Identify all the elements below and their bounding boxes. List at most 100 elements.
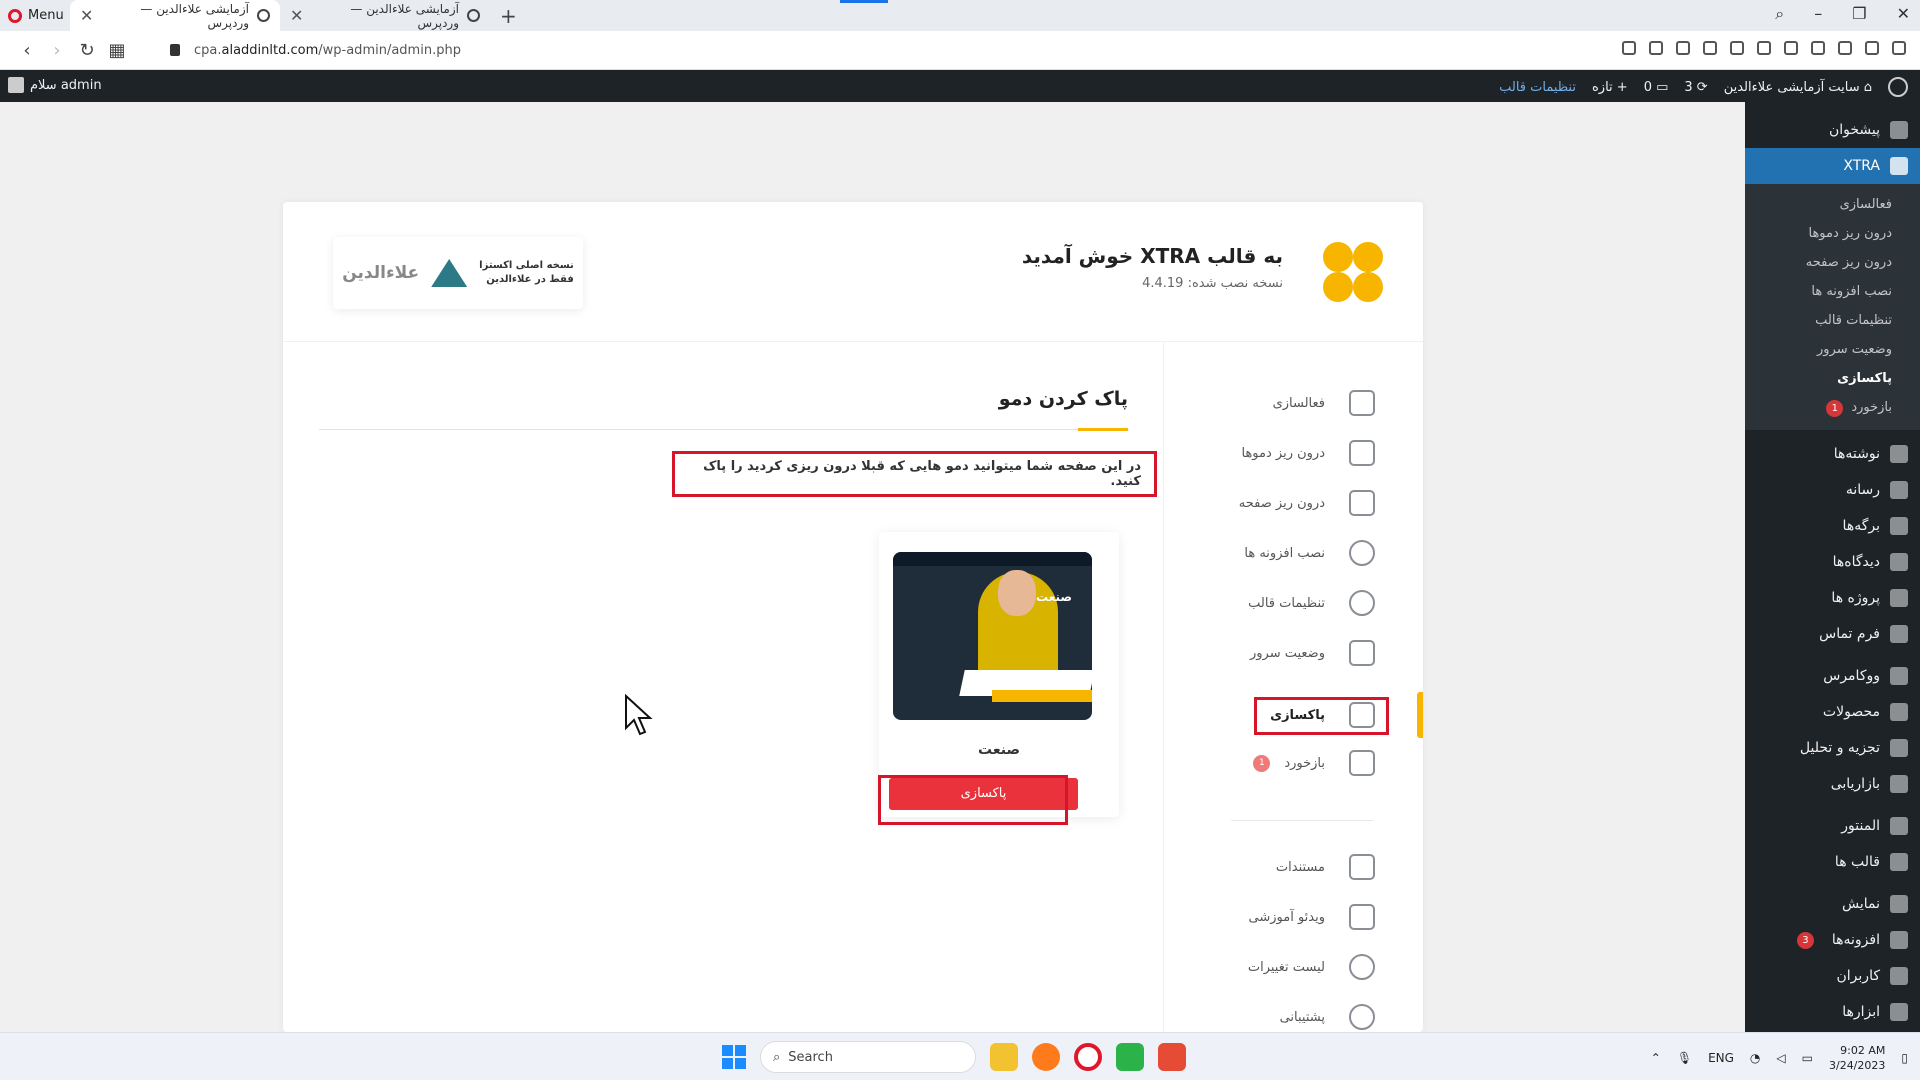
wordpress-logo-icon[interactable] (1888, 77, 1908, 97)
xtra-submenu: فعالسازی درون ریز دموها درون ریز صفحه نص… (1745, 184, 1920, 430)
reload-icon[interactable]: ↻ (72, 40, 102, 61)
tab-title: آزمایشی علاءالدین — وردپرس (140, 1, 249, 30)
nav-video-tutorials[interactable]: ویدئو آموزشی (1175, 900, 1375, 934)
menu-media[interactable]: رسانه (1745, 472, 1920, 508)
opera-icon[interactable] (1074, 1043, 1102, 1071)
pin-icon (1890, 445, 1908, 463)
new-tab-icon[interactable]: + (490, 4, 527, 28)
heart-icon[interactable] (1703, 41, 1717, 55)
profile-icon[interactable] (1811, 41, 1825, 55)
search-tabs-icon[interactable]: ⌕ (1775, 4, 1784, 24)
restore-icon[interactable]: ❐ (1852, 4, 1866, 24)
menu-plugins[interactable]: افزونه‌ها 3 (1745, 922, 1920, 958)
updates-link[interactable]: ⟳ 3 (1684, 80, 1707, 95)
file-explorer-icon[interactable] (990, 1043, 1018, 1071)
minimize-icon[interactable]: – (1814, 4, 1822, 24)
close-tab-icon[interactable]: ✕ (290, 6, 303, 25)
new-content-link[interactable]: + تازه (1592, 80, 1628, 95)
site-name-link[interactable]: ⌂ سایت آزمایشی علاءالدین (1724, 80, 1872, 95)
submenu-activation[interactable]: فعالسازی (1745, 190, 1920, 219)
menu-posts[interactable]: نوشته‌ها (1745, 436, 1920, 472)
menu-appearance[interactable]: نمایش (1745, 886, 1920, 922)
windows-start-icon[interactable] (722, 1045, 746, 1069)
menu-tools[interactable]: ابزارها (1745, 994, 1920, 1030)
brush-icon (1890, 895, 1908, 913)
box-add-icon (1349, 440, 1375, 466)
menu-products[interactable]: محصولات (1745, 694, 1920, 730)
microphone-icon[interactable]: 🎙 (1677, 1051, 1692, 1065)
history-icon (1349, 954, 1375, 980)
camtasia-recorder-icon[interactable] (1158, 1043, 1186, 1071)
camera-icon[interactable] (1649, 41, 1663, 55)
nav-install-plugins[interactable]: نصب افزونه ها (1175, 536, 1375, 570)
submenu-install-plugins[interactable]: نصب افزونه ها (1745, 277, 1920, 306)
title-accent (1078, 428, 1128, 431)
avatar (8, 77, 24, 93)
battery-icon[interactable] (1865, 41, 1879, 55)
nav-documentation[interactable]: مستندات (1175, 850, 1375, 884)
volume-icon[interactable]: ◁ (1776, 1051, 1785, 1065)
browser-tab[interactable]: آزمایشی علاءالدین — وردپرس ✕ (280, 0, 490, 31)
file-download-icon (1349, 490, 1375, 516)
tabs-grid-icon[interactable]: ▦ (102, 40, 132, 61)
nav-server-status[interactable]: وضعیت سرور (1175, 636, 1375, 670)
submenu-page-importer[interactable]: درون ریز صفحه (1745, 248, 1920, 277)
menu-projects[interactable]: پروژه ها (1745, 580, 1920, 616)
menu-icon[interactable] (1892, 41, 1906, 55)
cube-icon[interactable] (1784, 41, 1798, 55)
menu-analytics[interactable]: تجزیه و تحلیل (1745, 730, 1920, 766)
submenu-theme-options[interactable]: تنظیمات قالب (1745, 306, 1920, 335)
nav-feedback[interactable]: بازخورد 1 (1175, 746, 1375, 780)
menu-dashboard[interactable]: پیشخوان (1745, 112, 1920, 148)
browser-tab-active[interactable]: آزمایشی علاءالدین — وردپرس ✕ (70, 0, 280, 31)
close-window-icon[interactable]: ✕ (1897, 4, 1910, 24)
menu-contact-form[interactable]: فرم تماس (1745, 616, 1920, 652)
menu-woocommerce[interactable]: ووکامرس (1745, 658, 1920, 694)
chevron-up-icon[interactable]: ⌃ (1651, 1051, 1661, 1065)
menu-templates[interactable]: قالب ها (1745, 844, 1920, 880)
wifi-icon[interactable]: ◔ (1750, 1051, 1760, 1065)
adblock-icon[interactable] (1676, 41, 1690, 55)
firefox-icon[interactable] (1032, 1043, 1060, 1071)
taskbar-search[interactable]: ⌕ Search (760, 1041, 976, 1073)
cloud-icon[interactable] (1757, 41, 1771, 55)
menu-elementor[interactable]: المنتور (1745, 808, 1920, 844)
products-icon (1890, 703, 1908, 721)
submenu-server-status[interactable]: وضعیت سرور (1745, 335, 1920, 364)
plugin-icon (1349, 540, 1375, 566)
comments-link[interactable]: ▭ 0 (1644, 80, 1669, 95)
submenu-demo-importer[interactable]: درون ریز دموها (1745, 219, 1920, 248)
menu-label: Menu (28, 8, 64, 23)
nav-activation[interactable]: فعالسازی (1175, 386, 1375, 420)
nav-page-importer[interactable]: درون ریز صفحه (1175, 486, 1375, 520)
clock[interactable]: 9:02 AM 3/24/2023 (1829, 1043, 1885, 1073)
nav-changelog[interactable]: لیست تغییرات (1175, 950, 1375, 984)
comments-icon (1890, 553, 1908, 571)
url-field[interactable]: cpa.aladdinltd.com/wp-admin/admin.php (170, 43, 461, 58)
edit-icon[interactable] (1622, 41, 1636, 55)
language-indicator[interactable]: ENG (1708, 1051, 1734, 1065)
download-icon[interactable] (1838, 41, 1852, 55)
partner-badge[interactable]: نسخه اصلی اکستزا فقط در علاءالدین علاءال… (333, 237, 583, 309)
forward-icon[interactable]: › (42, 40, 72, 61)
theme-settings-link[interactable]: تنظیمات قالب (1499, 80, 1576, 95)
submenu-uninstall-demo[interactable]: پاکسازی (1745, 364, 1920, 393)
shield-icon[interactable] (1730, 41, 1744, 55)
close-tab-icon[interactable]: ✕ (80, 6, 93, 25)
back-icon[interactable]: ‹ (12, 40, 42, 61)
menu-pages[interactable]: برگه‌ها (1745, 508, 1920, 544)
nav-theme-options[interactable]: تنظیمات قالب (1175, 586, 1375, 620)
my-account[interactable]: سلام admin (8, 77, 102, 93)
menu-xtra[interactable]: XTRA (1745, 148, 1920, 184)
notification-icon[interactable]: ▯ (1901, 1051, 1908, 1065)
opera-menu-button[interactable]: Menu (0, 0, 70, 31)
nav-demo-importer[interactable]: درون ریز دموها (1175, 436, 1375, 470)
menu-comments[interactable]: دیدگاه‌ها (1745, 544, 1920, 580)
menu-marketing[interactable]: بازاریابی (1745, 766, 1920, 802)
submenu-feedback[interactable]: بازخورد1 (1745, 393, 1920, 422)
battery-icon[interactable]: ▭ (1802, 1051, 1813, 1065)
nav-support[interactable]: پشتیبانی (1175, 1000, 1375, 1032)
xtra-dashboard-panel: به قالب XTRA خوش آمدید نسخه نصب شده: 4.4… (283, 202, 1423, 1032)
menu-users[interactable]: کاربران (1745, 958, 1920, 994)
camtasia-icon[interactable] (1116, 1043, 1144, 1071)
